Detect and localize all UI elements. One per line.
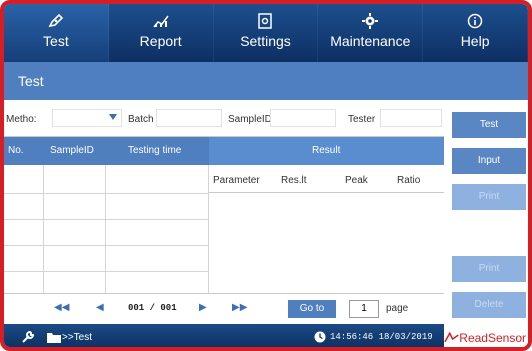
wrench-icon: [20, 329, 36, 347]
brand-mark-icon: [444, 331, 459, 342]
method-select[interactable]: [52, 109, 122, 127]
datetime: 14:56:46 18/03/2019: [330, 332, 433, 342]
last-page-button[interactable]: ▶▶: [232, 302, 247, 313]
nav-settings-label: Settings: [240, 33, 291, 49]
chart-icon: [151, 12, 171, 30]
first-page-button[interactable]: ◀◀: [54, 302, 69, 313]
clock-icon: [314, 331, 326, 346]
batch-label: Batch: [128, 114, 154, 125]
method-label: Metho:: [6, 114, 37, 125]
sampleid-label: SampleID: [228, 114, 272, 125]
test-button[interactable]: Test: [452, 112, 526, 138]
print-button[interactable]: Print: [452, 184, 526, 210]
page-title: Test: [4, 62, 528, 100]
sub-ratio: Ratio: [397, 175, 421, 186]
goto-button[interactable]: Go to: [288, 300, 336, 318]
print-all-button[interactable]: Print: [452, 256, 526, 282]
sub-result: Res.lt: [281, 175, 307, 186]
nav-settings[interactable]: Settings: [214, 4, 319, 62]
sampleid-field[interactable]: [270, 109, 336, 127]
delete-button[interactable]: Delete: [452, 292, 526, 318]
breadcrumb: >>Test: [62, 332, 93, 343]
nav-report-label: Report: [139, 33, 182, 49]
pager: ◀◀ ◀ 001 / 001 ▶ ▶▶ Go to 1 page: [4, 296, 444, 322]
nav-report[interactable]: Report: [109, 4, 214, 62]
folder-icon: [46, 330, 62, 347]
nav-help-label: Help: [460, 33, 490, 49]
action-panel: Test Input Print Print Delete: [444, 100, 528, 330]
results-table: No. SampleID Testing time Result Paramet…: [4, 136, 444, 294]
sub-parameter: Parameter: [213, 175, 260, 186]
prev-page-button[interactable]: ◀: [96, 302, 104, 313]
info-icon: [465, 12, 485, 30]
table-row[interactable]: [4, 219, 209, 220]
page-label: page: [386, 303, 409, 314]
input-button[interactable]: Input: [452, 148, 526, 174]
nav-help[interactable]: Help: [423, 4, 528, 62]
gear-icon: [360, 12, 380, 30]
nav-test-label: Test: [43, 33, 69, 49]
table-row[interactable]: [4, 193, 209, 194]
brand-name: ReadSensor: [459, 330, 526, 345]
batch-field[interactable]: [156, 109, 222, 127]
result-subheader: Parameter Res.lt Peak Ratio: [209, 165, 444, 193]
table-header: No. SampleID Testing time Result: [4, 137, 444, 165]
pen-icon: [46, 12, 66, 30]
top-nav: Test Report Settings Maintenance Help: [4, 4, 528, 62]
col-no: No.: [8, 145, 24, 156]
nav-maintenance-label: Maintenance: [330, 33, 411, 49]
table-divider: [43, 165, 44, 293]
table-row[interactable]: [4, 271, 209, 272]
sub-peak: Peak: [345, 175, 368, 186]
tester-field[interactable]: [380, 109, 442, 127]
col-sampleid: SampleID: [50, 145, 94, 156]
settings-icon: [255, 12, 275, 30]
col-result: Result: [312, 145, 341, 156]
dropdown-arrow-icon: [109, 114, 117, 120]
table-row[interactable]: [4, 245, 209, 246]
brand-logo: ReadSensor: [444, 324, 528, 347]
nav-test[interactable]: Test: [4, 4, 109, 62]
page-info: 001 / 001: [128, 303, 177, 313]
next-page-button[interactable]: ▶: [199, 302, 207, 313]
nav-maintenance[interactable]: Maintenance: [318, 4, 424, 62]
col-testing-time: Testing time: [128, 145, 182, 156]
tester-label: Tester: [348, 114, 376, 125]
status-bar: >>Test 14:56:46 18/03/2019: [4, 324, 444, 347]
filter-row: Metho: Batch SampleID Tester: [4, 100, 444, 136]
table-divider: [105, 165, 106, 293]
app-frame: Test Report Settings Maintenance Help Te…: [0, 0, 532, 351]
page-number-input[interactable]: 1: [349, 300, 379, 318]
